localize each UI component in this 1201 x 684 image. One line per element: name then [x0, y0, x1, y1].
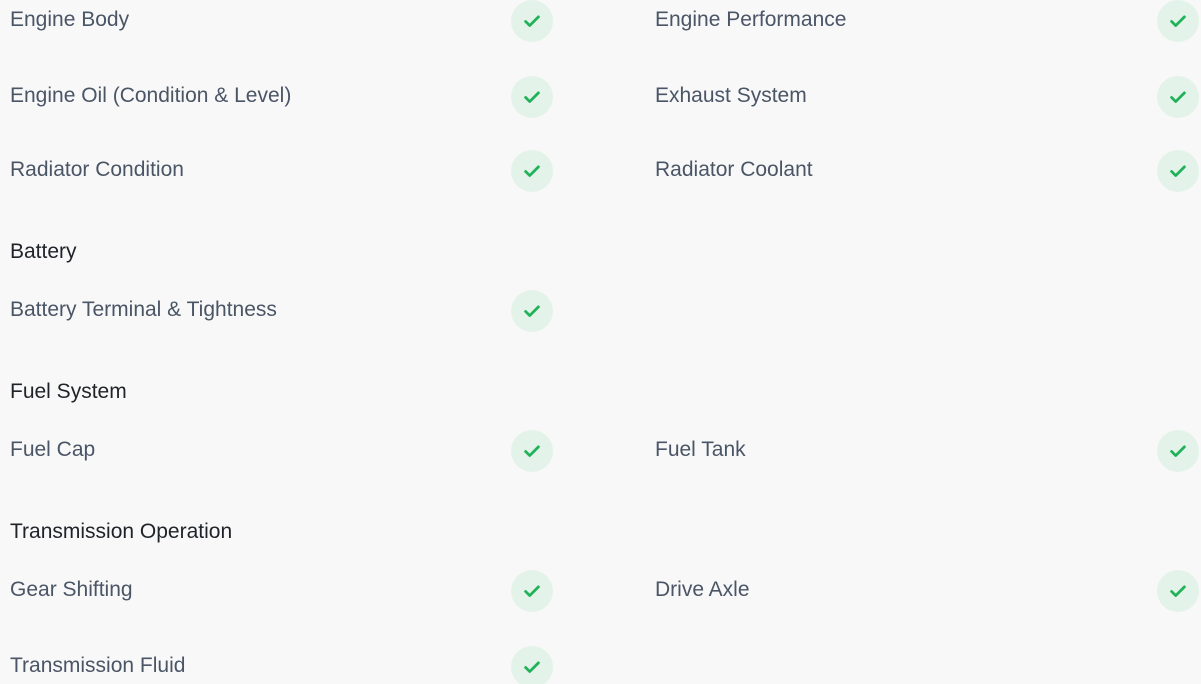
item-label: Radiator Condition: [10, 158, 184, 181]
check-icon: [1157, 76, 1199, 118]
checklist-item: Radiator Condition: [10, 150, 555, 192]
checklist-item: Gear Shifting: [10, 570, 555, 612]
item-label: Gear Shifting: [10, 578, 133, 601]
inspection-checklist: Engine Body Engine Performance Engine Oi…: [0, 0, 1201, 684]
item-label: Exhaust System: [655, 84, 807, 107]
checklist-item: Fuel Tank: [655, 430, 1200, 472]
checklist-item: Radiator Coolant: [655, 150, 1200, 192]
check-icon: [1157, 0, 1199, 42]
item-label: Radiator Coolant: [655, 158, 813, 181]
item-label: Engine Body: [10, 8, 130, 31]
check-icon: [511, 0, 553, 42]
item-label: Drive Axle: [655, 578, 750, 601]
section-title-fuel-system: Fuel System: [10, 380, 127, 403]
check-icon: [1157, 430, 1199, 472]
checklist-item: Battery Terminal & Tightness: [10, 290, 555, 332]
section-title-transmission-operation: Transmission Operation: [10, 520, 233, 543]
checklist-item: Drive Axle: [655, 570, 1200, 612]
item-label: Fuel Tank: [655, 438, 746, 461]
checklist-item: Engine Performance: [655, 0, 1200, 42]
check-icon: [511, 290, 553, 332]
section-title-battery: Battery: [10, 240, 77, 263]
check-icon: [511, 646, 553, 684]
item-label: Transmission Fluid: [10, 654, 186, 677]
check-icon: [511, 150, 553, 192]
checklist-item: Exhaust System: [655, 76, 1200, 118]
item-label: Fuel Cap: [10, 438, 96, 461]
check-icon: [511, 570, 553, 612]
checklist-item: Transmission Fluid: [10, 646, 555, 684]
check-icon: [511, 76, 553, 118]
checklist-item: Fuel Cap: [10, 430, 555, 472]
checklist-item: Engine Body: [10, 0, 555, 42]
item-label: Engine Performance: [655, 8, 847, 31]
item-label: Battery Terminal & Tightness: [10, 298, 277, 321]
checklist-item: Engine Oil (Condition & Level): [10, 76, 555, 118]
check-icon: [1157, 570, 1199, 612]
check-icon: [1157, 150, 1199, 192]
item-label: Engine Oil (Condition & Level): [10, 84, 292, 107]
check-icon: [511, 430, 553, 472]
